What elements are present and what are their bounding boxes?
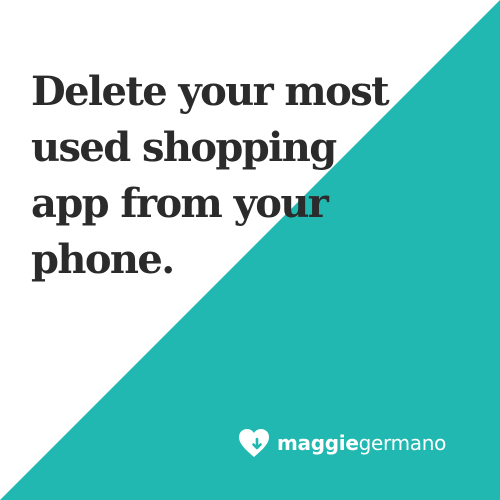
- graphic-canvas: Delete your most used shopping app from …: [0, 0, 500, 500]
- brand-logo: maggiegermano: [237, 426, 446, 460]
- heart-icon: [239, 429, 269, 457]
- headline-line-1: Delete your most: [31, 68, 390, 115]
- headline-line-4: phone.: [31, 236, 175, 283]
- headline-line-2: used shopping: [31, 124, 337, 171]
- brand-name-last: germano: [358, 431, 447, 455]
- brand-name-first: maggie: [277, 431, 359, 455]
- headline: Delete your most used shopping app from …: [31, 64, 481, 288]
- brand-wordmark: maggiegermano: [277, 431, 446, 455]
- headline-line-3: app from your: [31, 180, 329, 227]
